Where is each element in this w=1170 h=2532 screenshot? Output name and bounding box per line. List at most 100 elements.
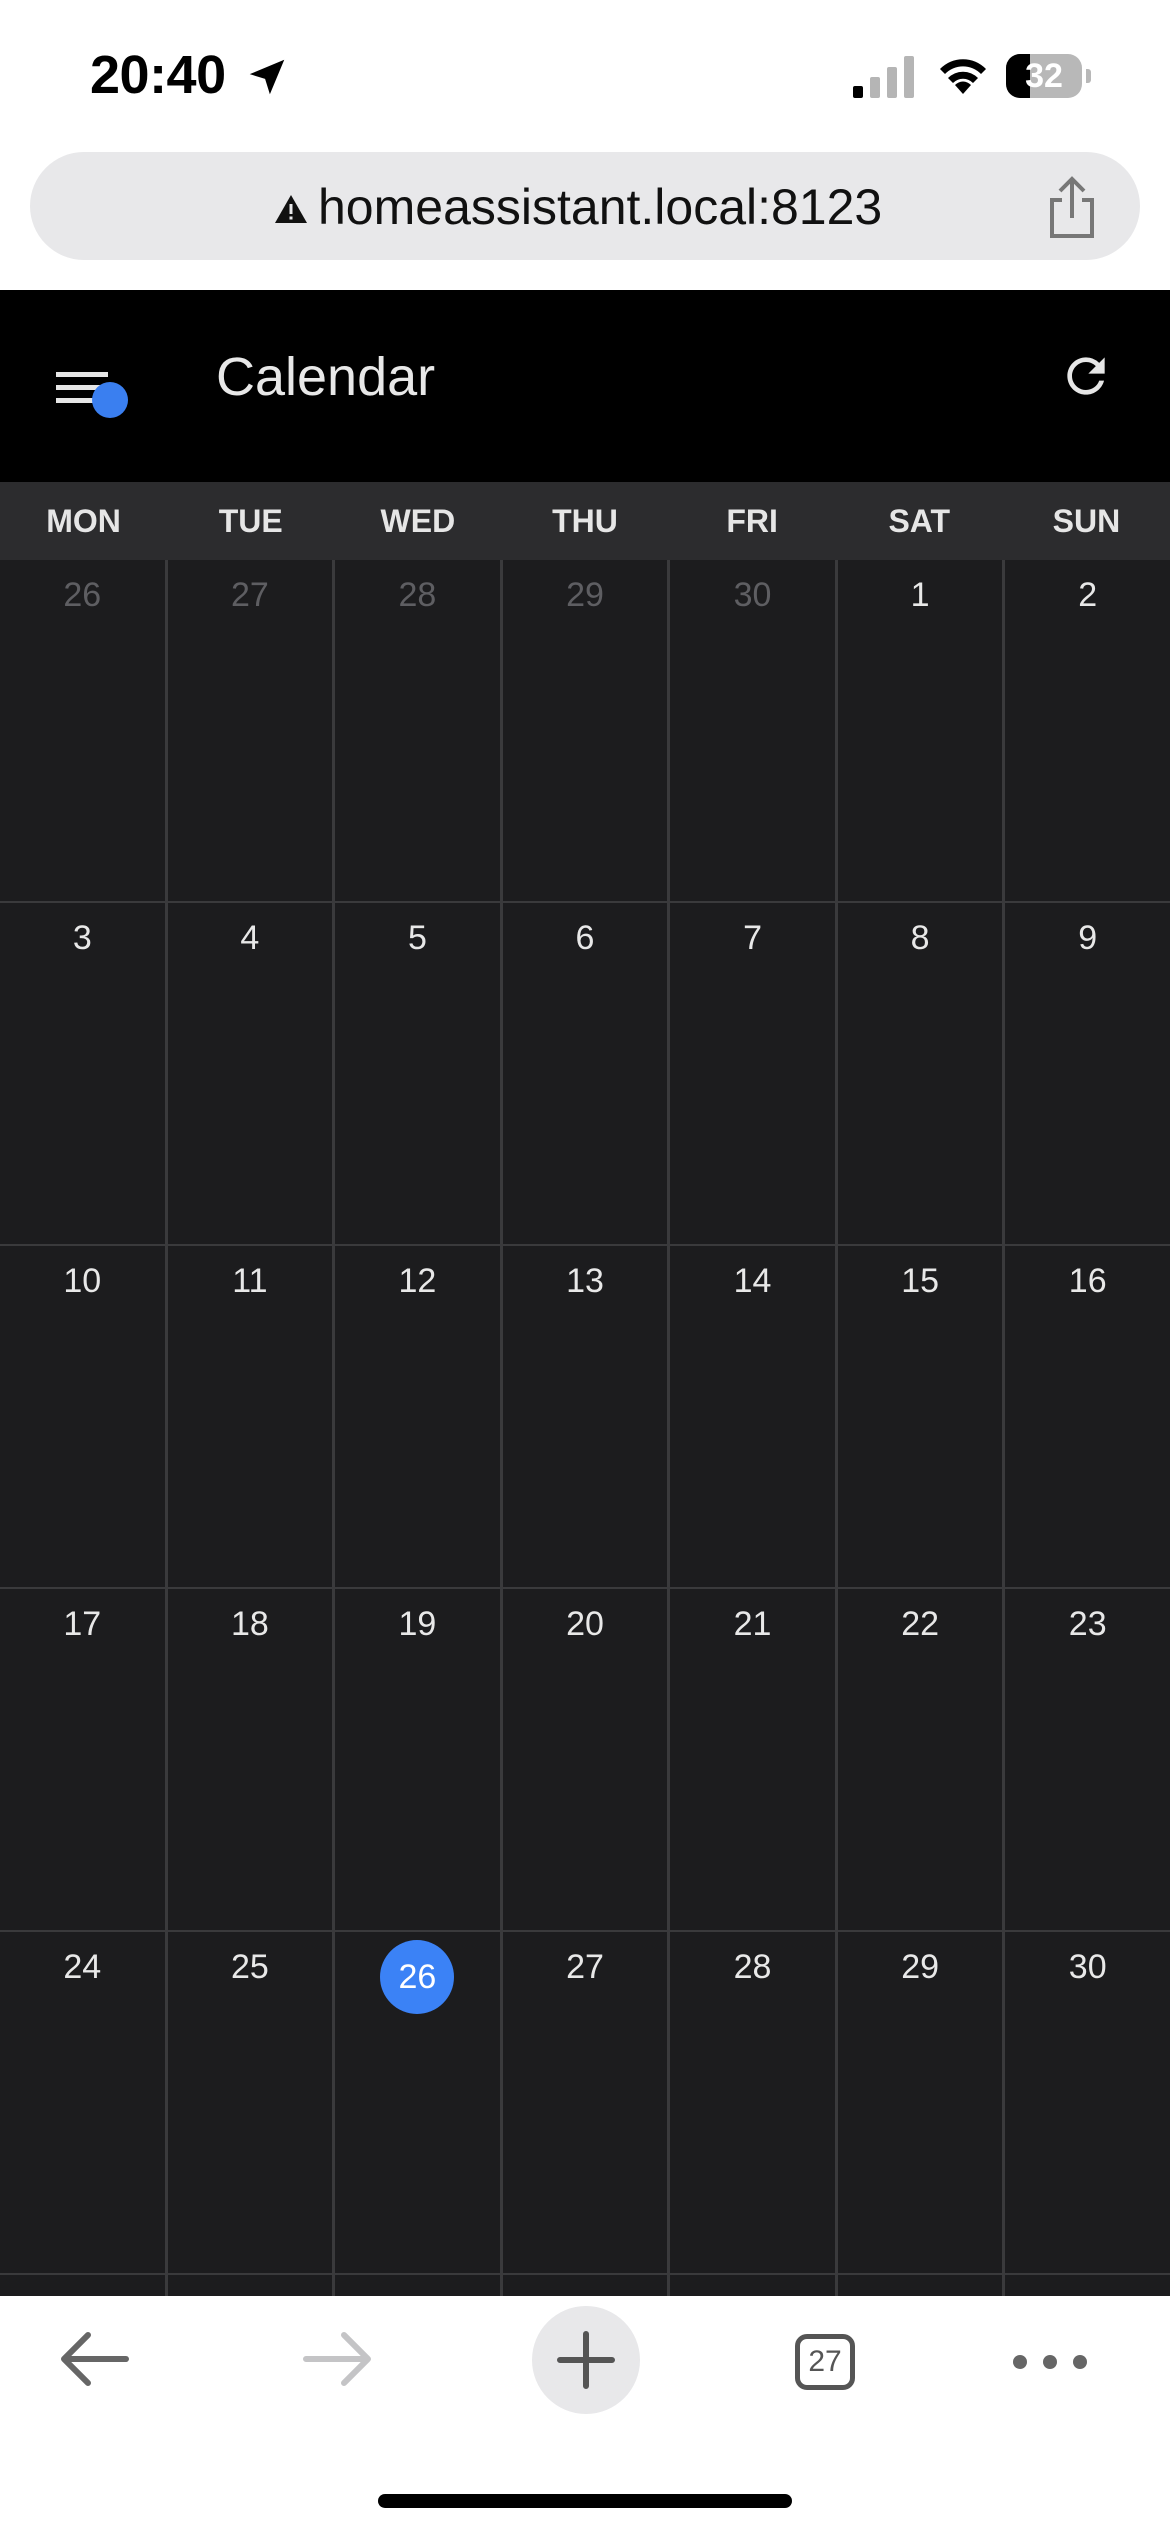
calendar-day[interactable]: 29 xyxy=(502,560,668,901)
more-icon[interactable] xyxy=(1012,2354,1088,2370)
calendar-day[interactable]: 17 xyxy=(0,1589,165,1930)
day-number: 26 xyxy=(380,1940,455,2014)
calendar-grid: 26 27 28 29 30 1 2 3 4 5 6 7 8 9 10 11 12 13 14 15 16 17 18 19 2… xyxy=(0,560,1170,2296)
day-number: 22 xyxy=(901,1605,940,1643)
day-number: 4 xyxy=(240,919,260,957)
calendar-day[interactable]: 27 xyxy=(167,560,333,901)
calendar-day[interactable]: 16 xyxy=(1005,1246,1170,1587)
calendar-day[interactable]: 13 xyxy=(502,1246,668,1587)
weekday-label: FRI xyxy=(726,503,778,539)
calendar-day[interactable]: 1 xyxy=(167,2275,333,2296)
day-number: 27 xyxy=(566,1948,604,1986)
calendar-day[interactable]: 10 xyxy=(0,1246,165,1587)
calendar-day[interactable]: 30 xyxy=(670,560,835,901)
calendar-day[interactable]: 27 xyxy=(502,1932,668,2273)
day-number: 30 xyxy=(1068,1948,1107,1986)
calendar-day[interactable]: 12 xyxy=(335,1246,500,1587)
address-bar[interactable]: homeassistant.local:8123 xyxy=(30,152,1140,260)
day-number: 19 xyxy=(398,1605,437,1643)
weekday-label: WED xyxy=(380,503,456,539)
day-number: 11 xyxy=(232,1262,268,1300)
calendar-day[interactable]: 1 xyxy=(837,560,1003,901)
calendar-day-today[interactable]: 26 xyxy=(335,1932,500,2273)
tabs-icon[interactable]: 27 xyxy=(795,2334,855,2390)
calendar-day[interactable]: 9 xyxy=(1005,903,1170,1244)
day-number: 18 xyxy=(230,1605,269,1643)
day-number: 1 xyxy=(910,576,930,614)
day-number: 9 xyxy=(1078,919,1098,957)
share-icon[interactable] xyxy=(1042,176,1102,240)
calendar-day[interactable]: 29 xyxy=(837,1932,1003,2273)
battery-icon: 32 xyxy=(1006,54,1091,98)
day-number: 13 xyxy=(566,1262,604,1300)
calendar-day[interactable]: 18 xyxy=(167,1589,333,1930)
day-number: 7 xyxy=(743,919,763,957)
weekday-label: SUN xyxy=(1052,503,1121,539)
calendar-day[interactable]: 2 xyxy=(1005,560,1170,901)
day-number: 29 xyxy=(901,1948,940,1986)
calendar-day[interactable]: 28 xyxy=(670,1932,835,2273)
calendar-day[interactable]: 14 xyxy=(670,1246,835,1587)
calendar-day[interactable]: 31 xyxy=(0,2275,165,2296)
day-number: 26 xyxy=(63,576,102,614)
menu-button[interactable] xyxy=(52,338,142,438)
calendar-day[interactable]: 24 xyxy=(0,1932,165,2273)
weekday-label: TUE xyxy=(218,503,283,539)
new-tab-button[interactable] xyxy=(532,2306,640,2414)
battery-level: 32 xyxy=(1025,57,1063,95)
day-number: 23 xyxy=(1068,1605,1107,1643)
warning-icon xyxy=(275,195,307,223)
calendar-day[interactable]: 26 xyxy=(0,560,165,901)
day-number: 30 xyxy=(733,576,772,614)
calendar-day[interactable]: 5 xyxy=(837,2275,1003,2296)
calendar-day[interactable]: 7 xyxy=(670,903,835,1244)
day-number: 21 xyxy=(733,1605,772,1643)
calendar-day[interactable]: 11 xyxy=(167,1246,333,1587)
calendar-day[interactable]: 21 xyxy=(670,1589,835,1930)
calendar-day[interactable]: 22 xyxy=(837,1589,1003,1930)
calendar-day[interactable]: 28 xyxy=(335,560,500,901)
page-title: Calendar xyxy=(216,347,436,407)
calendar-day[interactable]: 20 xyxy=(502,1589,668,1930)
day-number: 15 xyxy=(901,1262,940,1300)
calendar-day[interactable]: 25 xyxy=(167,1932,333,2273)
app-toolbar: Calendar xyxy=(0,290,1170,482)
day-number: 2 xyxy=(1078,576,1098,614)
day-number: 28 xyxy=(398,576,437,614)
calendar-day[interactable]: 3 xyxy=(0,903,165,1244)
status-time: 20:40 xyxy=(90,45,226,105)
day-number: 8 xyxy=(910,919,930,957)
day-number: 5 xyxy=(407,919,427,957)
forward-arrow-icon[interactable] xyxy=(302,2326,374,2392)
day-number: 12 xyxy=(398,1262,437,1300)
weekday-header: MON TUE WED THU FRI SAT SUN xyxy=(0,482,1170,560)
calendar-day[interactable]: 4 xyxy=(670,2275,835,2296)
day-number: 27 xyxy=(230,576,269,614)
day-number: 16 xyxy=(1068,1262,1107,1300)
calendar-day[interactable]: 8 xyxy=(837,903,1003,1244)
status-bar: 20:40 32 xyxy=(0,0,1170,150)
calendar-day[interactable]: 4 xyxy=(167,903,333,1244)
calendar-day[interactable]: 6 xyxy=(1005,2275,1170,2296)
calendar-day[interactable]: 6 xyxy=(502,903,668,1244)
refresh-icon[interactable] xyxy=(1058,348,1114,404)
url-text[interactable]: homeassistant.local:8123 xyxy=(318,178,882,236)
day-number: 17 xyxy=(63,1605,102,1643)
day-number: 28 xyxy=(733,1948,772,1986)
calendar-day[interactable]: 5 xyxy=(335,903,500,1244)
home-assistant-app: Calendar MON TUE WED THU FRI SAT SUN 26 27 28 29 3… xyxy=(0,290,1170,2296)
calendar-day[interactable]: 2 xyxy=(335,2275,500,2296)
day-number: 14 xyxy=(733,1262,772,1300)
calendar-day[interactable]: 15 xyxy=(837,1246,1003,1587)
calendar-day[interactable]: 23 xyxy=(1005,1589,1170,1930)
new-tab-plus-icon xyxy=(557,2331,615,2389)
wifi-icon xyxy=(940,59,986,94)
calendar-day[interactable]: 3 xyxy=(502,2275,668,2296)
back-arrow-icon[interactable] xyxy=(58,2326,130,2392)
calendar-day[interactable]: 19 xyxy=(335,1589,500,1930)
weekday-label: MON xyxy=(46,503,121,539)
home-indicator xyxy=(378,2494,792,2508)
calendar-day[interactable]: 30 xyxy=(1005,1932,1170,2273)
day-number: 3 xyxy=(72,919,92,957)
weekday-label: SAT xyxy=(888,503,951,539)
